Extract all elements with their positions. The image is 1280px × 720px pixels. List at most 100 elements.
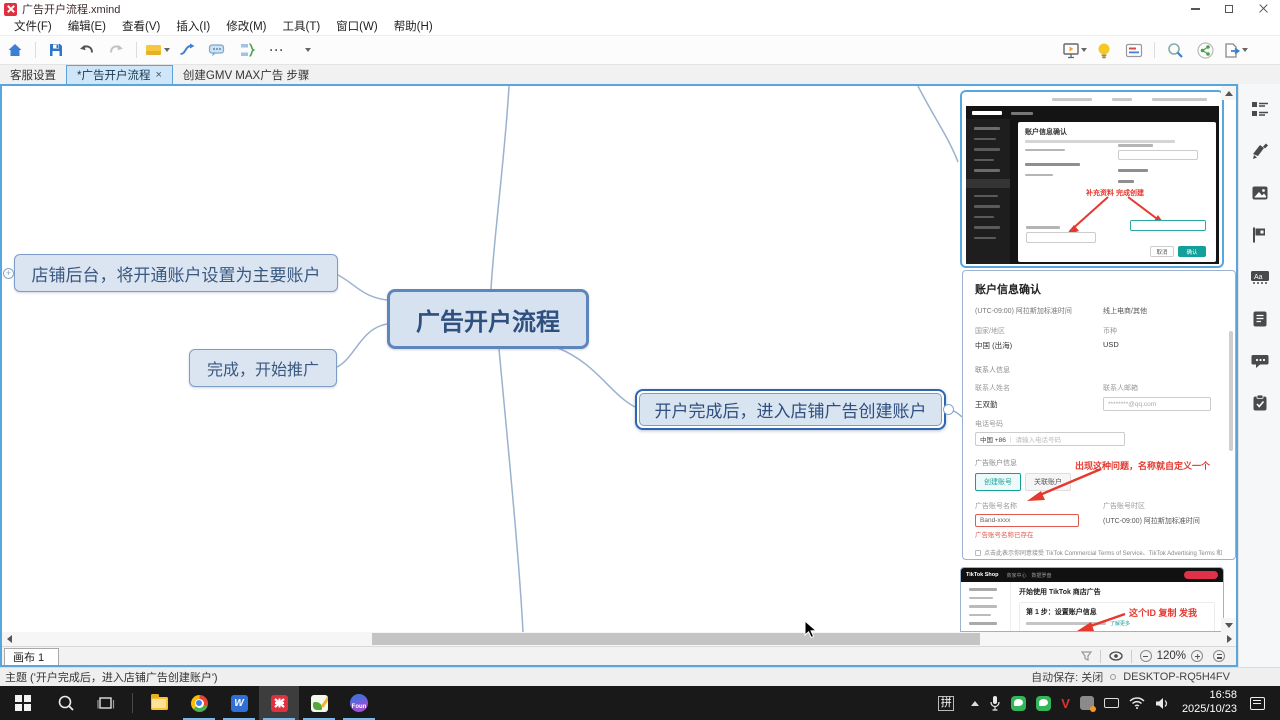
filter-icon[interactable] [1081, 651, 1092, 661]
wechat-icon-2[interactable] [1036, 696, 1051, 711]
topic-shop-backend[interactable]: 店铺后台，将开通账户设置为主要账户 [14, 254, 338, 292]
notification-center-icon[interactable] [1250, 697, 1275, 710]
format-brush-icon[interactable] [1247, 138, 1273, 164]
fit-view-icon[interactable] [1213, 650, 1225, 662]
callout-icon[interactable] [204, 38, 230, 62]
scroll-right-icon[interactable] [1222, 632, 1236, 646]
shotA-modal: 账户信息确认 补充资料 完成创建 [1018, 122, 1216, 262]
title-bar: 广告开户流程.xmind [0, 0, 1280, 18]
window-controls [1178, 0, 1280, 18]
zoom-out-icon[interactable] [1140, 650, 1152, 662]
menu-window[interactable]: 窗口(W) [328, 18, 386, 36]
start-button[interactable] [0, 686, 46, 720]
microphone-icon[interactable] [989, 695, 1001, 711]
xmind-taskbar-icon[interactable] [259, 686, 299, 720]
file-explorer-icon[interactable] [139, 686, 179, 720]
menu-edit[interactable]: 编辑(E) [60, 18, 114, 36]
format-sidebar: Aa [1238, 84, 1280, 667]
status-bar: 主题 ('开户完成后，进入店铺广告创建账户') 自动保存: 关闭 DESKTOP… [0, 667, 1280, 686]
child-handle-icon[interactable] [943, 404, 954, 415]
tab-close-icon[interactable]: × [155, 69, 161, 81]
shotC-body: 开始使用 TikTok 商店广告 第 1 步：设置账户信息 了解更多 [961, 582, 1223, 632]
vertical-scrollbar[interactable] [1221, 86, 1236, 632]
redo-icon[interactable] [103, 38, 129, 62]
central-topic[interactable]: 广告开户流程 [387, 289, 589, 349]
home-icon[interactable] [2, 38, 28, 62]
more-tools-icon[interactable]: ··· [264, 38, 290, 62]
screenshot-node-account-confirm[interactable]: 账户信息确认 补充资料 完成创建 [960, 90, 1224, 268]
tray-expand-icon[interactable] [971, 701, 979, 706]
task-clipboard-icon[interactable] [1247, 390, 1273, 416]
restore-button[interactable] [1212, 0, 1246, 18]
red-v-app-icon[interactable]: V [1061, 696, 1070, 711]
tab-gmv-max[interactable]: 创建GMV MAX广告 步骤 [173, 65, 320, 84]
save-icon[interactable] [43, 38, 69, 62]
menu-insert[interactable]: 插入(I) [168, 18, 218, 36]
toolbar-dropdown-icon[interactable] [294, 38, 320, 62]
hscroll-thumb[interactable] [372, 633, 980, 645]
tab-customer-service[interactable]: 客服设置 [0, 65, 66, 84]
sheet-bar: 画布 1 120% [2, 646, 1236, 665]
device-tray-icon[interactable] [1104, 698, 1119, 708]
share-icon[interactable] [1192, 38, 1218, 62]
wifi-icon[interactable] [1129, 697, 1145, 709]
outline-structure-icon[interactable] [1247, 96, 1273, 122]
menu-modify[interactable]: 修改(M) [218, 18, 274, 36]
menu-file[interactable]: 文件(F) [6, 18, 60, 36]
close-button[interactable] [1246, 0, 1280, 18]
menu-tools[interactable]: 工具(T) [274, 18, 328, 36]
tray-app-icon[interactable] [1080, 696, 1094, 710]
wechat-icon[interactable] [1011, 696, 1026, 711]
menu-bar: 文件(F) 编辑(E) 查看(V) 插入(I) 修改(M) 工具(T) 窗口(W… [0, 18, 1280, 36]
zoom-in-icon[interactable] [1191, 650, 1203, 662]
mindmap-canvas[interactable]: 店铺后台，将开通账户设置为主要账户 + 完成，开始推广 广告开户流程 开户完成后… [0, 84, 1238, 667]
topic-finish-promote[interactable]: 完成，开始推广 [189, 349, 337, 387]
topic-open-account-selected[interactable]: 开户完成后，进入店铺广告创建账户 [635, 389, 946, 430]
volume-icon[interactable] [1155, 697, 1169, 710]
zoom-search-icon[interactable] [1162, 38, 1188, 62]
scroll-left-icon[interactable] [2, 632, 16, 646]
label-icon[interactable]: Aa [1247, 264, 1273, 290]
screenshot-node-start-ads[interactable]: TikTok Shop 商家中心 数据罗盘 开始使用 TikTok 商店广告 [960, 567, 1224, 632]
summary-icon[interactable] [234, 38, 260, 62]
idea-bulb-icon[interactable] [1091, 38, 1117, 62]
export-icon[interactable] [1222, 38, 1248, 62]
menu-help[interactable]: 帮助(H) [386, 18, 441, 36]
style-card-icon[interactable] [1121, 38, 1147, 62]
blue-app-icon[interactable]: W [219, 686, 259, 720]
relationship-icon[interactable] [174, 38, 200, 62]
collapse-handle-icon[interactable]: + [3, 268, 14, 279]
notes-icon[interactable] [1247, 306, 1273, 332]
presentation-icon[interactable] [1061, 38, 1087, 62]
eye-icon[interactable] [1109, 651, 1123, 661]
marker-flag-icon[interactable] [1247, 222, 1273, 248]
ime-indicator[interactable]: 拼 [938, 696, 954, 711]
menu-view[interactable]: 查看(V) [114, 18, 168, 36]
tab-ad-account-flow[interactable]: *广告开户流程 × [66, 65, 173, 84]
shotA-sidebar [966, 119, 1010, 264]
windows-taskbar: W Foun 拼 V [0, 686, 1280, 720]
taskbar-separator [132, 693, 133, 713]
comment-icon[interactable] [1247, 348, 1273, 374]
foun-app-icon[interactable]: Foun [339, 686, 379, 720]
status-selected-topic: 主题 ('开户完成后，进入店铺广告创建账户') [5, 669, 218, 685]
window-title: 广告开户流程.xmind [22, 1, 120, 17]
image-icon[interactable] [1247, 180, 1273, 206]
task-view-icon[interactable] [86, 686, 126, 720]
scroll-up-icon[interactable] [1221, 86, 1236, 100]
device-name: DESKTOP-RQ5H4FV [1123, 671, 1230, 683]
scroll-down-icon[interactable] [1221, 618, 1236, 632]
minimize-button[interactable] [1178, 0, 1212, 18]
chrome-icon[interactable] [179, 686, 219, 720]
undo-icon[interactable] [73, 38, 99, 62]
horizontal-scrollbar[interactable] [2, 632, 1236, 646]
sheet-tab-canvas1[interactable]: 画布 1 [4, 648, 59, 665]
screenshot-node-account-form[interactable]: 账户信息确认 (UTC-09:00) 阿拉斯加标准时间 线上电商/其他 国家/地… [962, 270, 1236, 560]
sync-dot-icon [1110, 674, 1116, 680]
sheet-icon[interactable] [144, 38, 170, 62]
taskbar-clock[interactable]: 16:582025/10/23 [1182, 689, 1237, 717]
shotC-header: TikTok Shop 商家中心 数据罗盘 [961, 568, 1223, 582]
editor-app-icon[interactable] [299, 686, 339, 720]
taskbar-search-icon[interactable] [46, 686, 86, 720]
autosave-status: 自动保存: 关闭 [1031, 669, 1103, 685]
